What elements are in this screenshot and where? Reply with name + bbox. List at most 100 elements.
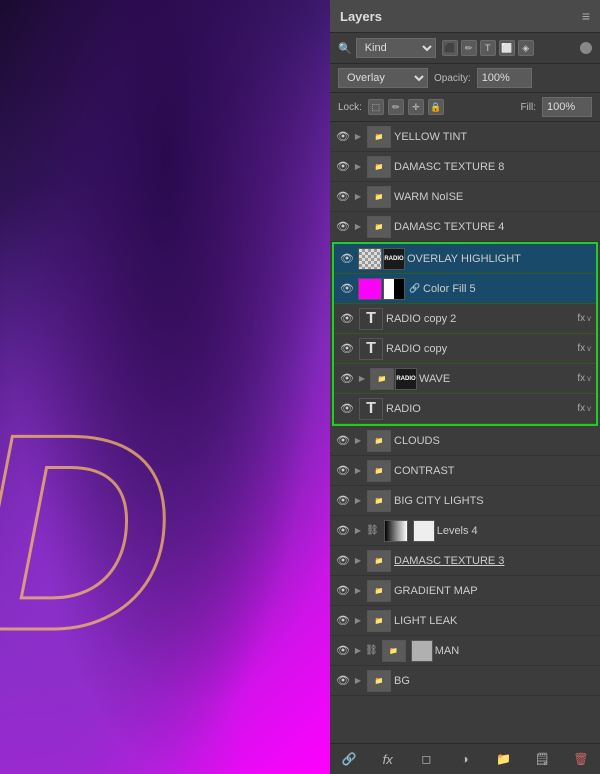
thumb-damasc-8: 📁: [367, 156, 391, 178]
layer-levels-4[interactable]: 👁 ▶ ⛓ Levels 4: [330, 516, 600, 546]
levels-chain-icon: ⛓: [366, 525, 379, 536]
layer-damasc-4[interactable]: 👁 ▶ 📁 DAMASC TEXTURE 4: [330, 212, 600, 242]
filter-toggle-dot[interactable]: [580, 42, 592, 54]
visibility-damasc-4[interactable]: 👁: [334, 218, 352, 236]
expand-levels-4[interactable]: ▶: [352, 522, 364, 540]
blend-mode-dropdown[interactable]: Overlay Normal Multiply Screen: [338, 68, 428, 88]
visibility-gradient-map[interactable]: 👁: [334, 582, 352, 600]
visibility-warm-noise[interactable]: 👁: [334, 188, 352, 206]
layer-damasc-3[interactable]: 👁 ▶ 📁 DAMASC TEXTURE 3: [330, 546, 600, 576]
layer-name-wave: WAVE: [419, 373, 575, 385]
visibility-overlay-highlight[interactable]: 👁: [338, 250, 356, 268]
dual-thumb-overlay: RADIO: [358, 248, 405, 270]
fx-radio-copy[interactable]: fx ∨: [577, 343, 592, 354]
filter-pen-icon[interactable]: ✏: [461, 40, 477, 56]
delete-btn[interactable]: 🗑: [570, 749, 592, 769]
mask-btn[interactable]: ◻: [415, 749, 437, 769]
lock-position-btn[interactable]: ✛: [408, 99, 424, 115]
expand-yellow-tint[interactable]: ▶: [352, 128, 364, 146]
filter-kind-dropdown[interactable]: Kind Name Effect: [356, 38, 436, 58]
layer-name-color-fill-5: Color Fill 5: [423, 283, 592, 295]
visibility-levels-4[interactable]: 👁: [334, 522, 352, 540]
layer-radio-copy-2[interactable]: 👁 T RADIO copy 2 fx ∨: [334, 304, 596, 334]
layer-big-city-lights[interactable]: 👁 ▶ 📁 BIG CITY LIGHTS: [330, 486, 600, 516]
link-layers-btn[interactable]: 🔗: [338, 749, 360, 769]
visibility-damasc-3[interactable]: 👁: [334, 552, 352, 570]
visibility-damasc-8[interactable]: 👁: [334, 158, 352, 176]
layer-name-bg: BG: [394, 675, 596, 687]
panel-toolbar: 🔗 fx ◻ ◑ 📁 🗒 🗑: [330, 743, 600, 774]
expand-light-leak[interactable]: ▶: [352, 612, 364, 630]
visibility-clouds[interactable]: 👁: [334, 432, 352, 450]
layer-man[interactable]: 👁 ▶ ⛓ 📁 MAN: [330, 636, 600, 666]
layer-contrast[interactable]: 👁 ▶ 📁 CONTRAST: [330, 456, 600, 486]
expand-man[interactable]: ▶: [352, 642, 364, 660]
layer-wave[interactable]: 👁 ▶ 📁 RADIO WAVE fx ∨: [334, 364, 596, 394]
visibility-radio-copy[interactable]: 👁: [338, 340, 356, 358]
layer-radio[interactable]: 👁 T RADIO fx ∨: [334, 394, 596, 424]
layer-gradient-map[interactable]: 👁 ▶ 📁 GRADIENT MAP: [330, 576, 600, 606]
expand-damasc-4[interactable]: ▶: [352, 218, 364, 236]
thumb-man: 📁: [382, 640, 406, 662]
layer-clouds[interactable]: 👁 ▶ 📁 CLOUDS: [330, 426, 600, 456]
expand-warm-noise[interactable]: ▶: [352, 188, 364, 206]
lock-artboard-btn[interactable]: 🔒: [428, 99, 444, 115]
thumb-warm-noise: 📁: [367, 186, 391, 208]
layer-radio-copy[interactable]: 👁 T RADIO copy fx ∨: [334, 334, 596, 364]
visibility-man[interactable]: 👁: [334, 642, 352, 660]
layer-damasc-8[interactable]: 👁 ▶ 📁 DAMASC TEXTURE 8: [330, 152, 600, 182]
layer-name-gradient-map: GRADIENT MAP: [394, 585, 596, 597]
opacity-input[interactable]: [477, 68, 532, 88]
layers-list[interactable]: 👁 ▶ 📁 YELLOW TINT 👁 ▶ 📁 DAMASC TEXTURE 8…: [330, 122, 600, 743]
layer-name-radio-copy-2: RADIO copy 2: [386, 313, 575, 325]
chain-color-fill-5: 🔗: [408, 282, 422, 296]
visibility-yellow-tint[interactable]: 👁: [334, 128, 352, 146]
thumb-gradient-map: 📁: [367, 580, 391, 602]
panel-title: Layers: [340, 9, 382, 24]
expand-big-city-lights[interactable]: ▶: [352, 492, 364, 510]
layer-bg[interactable]: 👁 ▶ 📁 BG: [330, 666, 600, 696]
panel-menu-icon[interactable]: ≡: [582, 8, 590, 24]
thumb-overlay-highlight: [358, 248, 382, 270]
lock-image-btn[interactable]: ✏: [388, 99, 404, 115]
visibility-radio[interactable]: 👁: [338, 400, 356, 418]
fx-radio-copy-2[interactable]: fx ∨: [577, 313, 592, 324]
expand-damasc-3[interactable]: ▶: [352, 552, 364, 570]
visibility-color-fill-5[interactable]: 👁: [338, 280, 356, 298]
thumb2-wave: RADIO: [395, 368, 417, 390]
adjustment-btn[interactable]: ◑: [454, 749, 476, 769]
new-layer-btn[interactable]: 🗒: [531, 749, 553, 769]
visibility-radio-copy-2[interactable]: 👁: [338, 310, 356, 328]
visibility-big-city-lights[interactable]: 👁: [334, 492, 352, 510]
thumb-bg: 📁: [367, 670, 391, 692]
layer-name-radio-copy: RADIO copy: [386, 343, 575, 355]
fill-input[interactable]: [542, 97, 592, 117]
lock-transparent-btn[interactable]: ⬚: [368, 99, 384, 115]
expand-gradient-map[interactable]: ▶: [352, 582, 364, 600]
fx-radio[interactable]: fx ∨: [577, 403, 592, 414]
layer-overlay-highlight[interactable]: 👁 RADIO OVERLAY HIGHLIGHT: [334, 244, 596, 274]
layer-warm-noise[interactable]: 👁 ▶ 📁 WARM NoISE: [330, 182, 600, 212]
expand-contrast[interactable]: ▶: [352, 462, 364, 480]
layer-name-levels-4: Levels 4: [437, 525, 596, 537]
layer-light-leak[interactable]: 👁 ▶ 📁 LIGHT LEAK: [330, 606, 600, 636]
expand-damasc-8[interactable]: ▶: [352, 158, 364, 176]
layer-color-fill-5[interactable]: 👁 🔗 Color Fill 5: [334, 274, 596, 304]
filter-pixel-icon[interactable]: ⬛: [442, 40, 458, 56]
visibility-wave[interactable]: 👁: [338, 370, 356, 388]
fx-wave[interactable]: fx ∨: [577, 373, 592, 384]
visibility-contrast[interactable]: 👁: [334, 462, 352, 480]
visibility-light-leak[interactable]: 👁: [334, 612, 352, 630]
filter-smart-icon[interactable]: ◈: [518, 40, 534, 56]
group-btn[interactable]: 📁: [493, 749, 515, 769]
expand-wave[interactable]: ▶: [356, 370, 368, 388]
filter-shape-icon[interactable]: ⬜: [499, 40, 515, 56]
expand-bg[interactable]: ▶: [352, 672, 364, 690]
thumb-wave: 📁: [370, 368, 394, 390]
layer-name-man: MAN: [435, 645, 596, 657]
layer-yellow-tint[interactable]: 👁 ▶ 📁 YELLOW TINT: [330, 122, 600, 152]
expand-clouds[interactable]: ▶: [352, 432, 364, 450]
visibility-bg[interactable]: 👁: [334, 672, 352, 690]
fx-btn[interactable]: fx: [377, 749, 399, 769]
filter-text-icon[interactable]: T: [480, 40, 496, 56]
